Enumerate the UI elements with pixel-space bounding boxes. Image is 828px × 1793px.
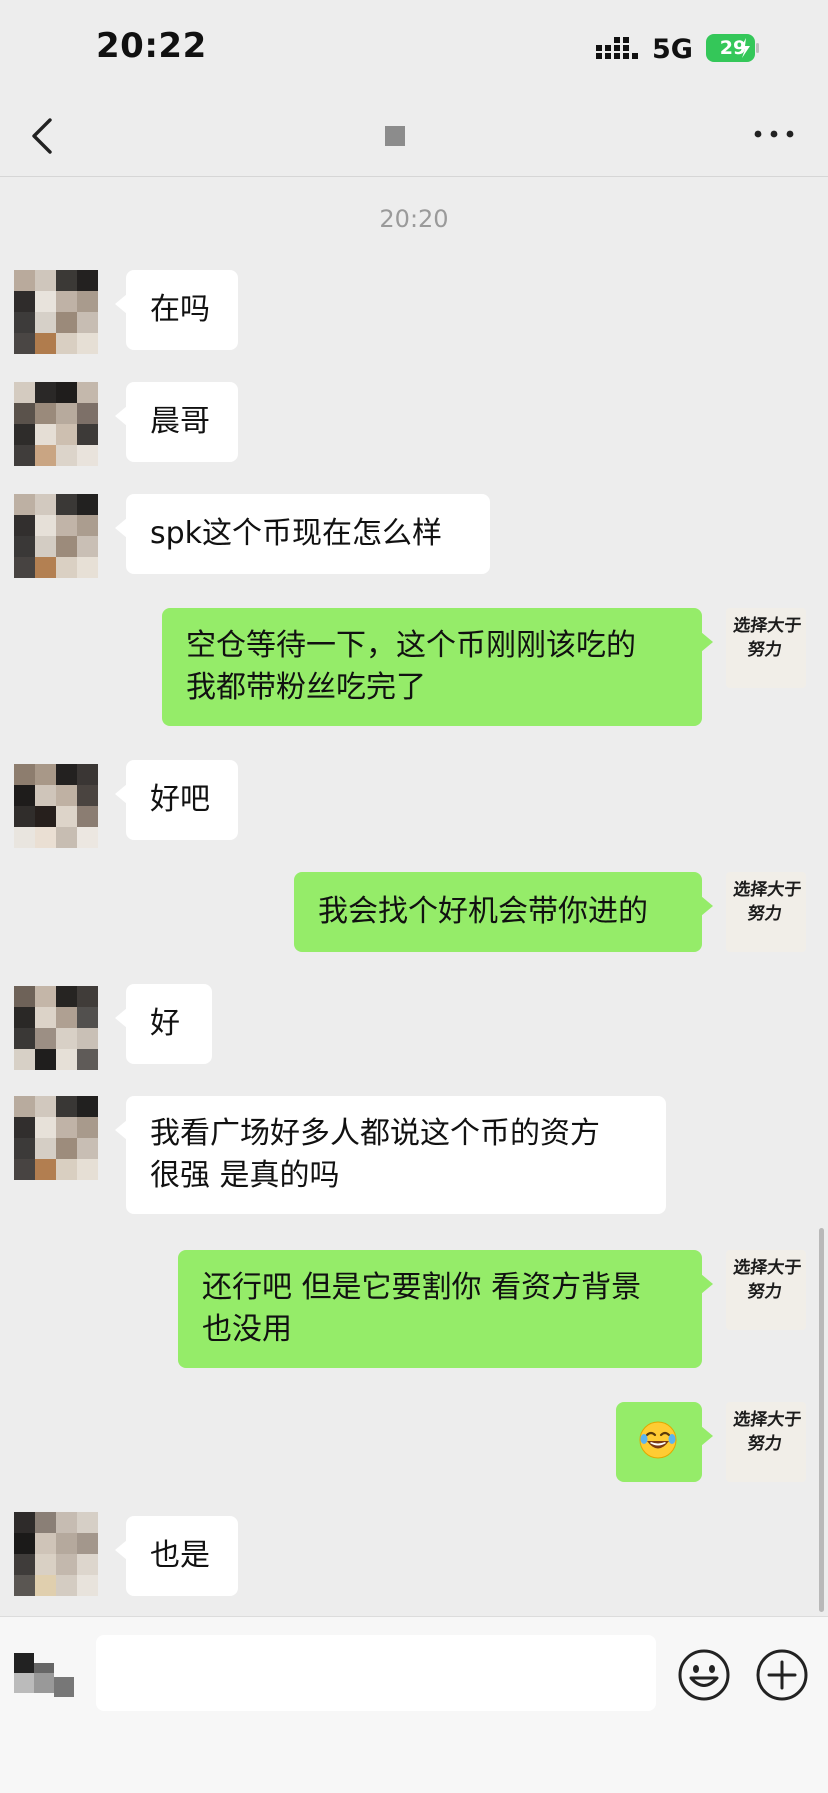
chat-scrollbar[interactable]: [819, 1228, 824, 1612]
self-avatar-text-line: 努力: [746, 1282, 783, 1302]
self-avatar-text-line: 选择大于: [732, 1410, 803, 1430]
self-avatar-text-line: 选择大于: [732, 880, 803, 900]
self-avatar-calligraphy: 选择大于 努力: [725, 878, 806, 926]
message-text-line: 我看广场好多人都说这个币的资方: [150, 1116, 600, 1151]
status-bar: 20:22 5G 29: [0, 0, 828, 100]
message-text: 我会找个好机会带你进的: [318, 894, 648, 929]
outgoing-emoji-bubble[interactable]: [616, 1402, 713, 1482]
cellular-signal-icon: [596, 37, 638, 59]
self-avatar-text-line: 选择大于: [732, 616, 803, 636]
self-avatar-calligraphy: 选择大于 努力: [725, 1256, 806, 1304]
self-avatar-text-line: 选择大于: [732, 1258, 803, 1278]
more-options-icon[interactable]: [748, 118, 800, 150]
incoming-message-bubble[interactable]: 我看广场好多人都说这个币的资方 很强 是真的吗: [115, 1096, 666, 1214]
contact-avatar[interactable]: [14, 986, 98, 1070]
self-avatar-text-line: 努力: [746, 640, 783, 660]
incoming-message-bubble[interactable]: spk这个币现在怎么样: [115, 494, 490, 574]
voice-input-icon[interactable]: [14, 1653, 76, 1697]
contact-avatar[interactable]: [14, 270, 98, 354]
message-text: 也是: [150, 1538, 210, 1573]
redacted-title-mark: [385, 126, 405, 146]
back-arrow-icon[interactable]: [26, 114, 62, 158]
outgoing-message-bubble[interactable]: 我会找个好机会带你进的: [294, 872, 713, 952]
contact-avatar[interactable]: [14, 764, 98, 848]
outgoing-message-bubble[interactable]: 空仓等待一下，这个币刚刚该吃的 我都带粉丝吃完了: [162, 608, 713, 726]
laughing-with-tears-emoji-icon: [639, 1421, 677, 1459]
message-text-line: 还行吧 但是它要割你 看资方背景: [202, 1270, 642, 1305]
incoming-message-bubble[interactable]: 也是: [115, 1516, 238, 1596]
message-text-line: 我都带粉丝吃完了: [186, 670, 426, 705]
self-avatar[interactable]: 选择大于 努力: [726, 1250, 806, 1330]
message-text: 在吗: [150, 292, 210, 327]
contact-avatar[interactable]: [14, 494, 98, 578]
message-text-line: 空仓等待一下，这个币刚刚该吃的: [186, 628, 636, 663]
incoming-message-bubble[interactable]: 晨哥: [115, 382, 238, 462]
self-avatar[interactable]: 选择大于 努力: [726, 1402, 806, 1482]
incoming-message-bubble[interactable]: 在吗: [115, 270, 238, 350]
message-text-line: 很强 是真的吗: [150, 1158, 340, 1193]
self-avatar-calligraphy: 选择大于 努力: [725, 1408, 806, 1456]
self-avatar[interactable]: 选择大于 努力: [726, 608, 806, 688]
emoji-picker-icon[interactable]: [676, 1647, 732, 1703]
message-text-line: 也没用: [202, 1312, 292, 1347]
status-time: 20:22: [96, 26, 207, 66]
battery-indicator: 29: [706, 34, 760, 62]
incoming-message-bubble[interactable]: 好: [115, 984, 212, 1064]
self-avatar[interactable]: 选择大于 努力: [726, 872, 806, 952]
contact-avatar[interactable]: [14, 1512, 98, 1596]
chat-title: ■: [374, 122, 416, 150]
battery-percent: 29: [719, 37, 747, 59]
message-text: 好: [150, 1006, 180, 1041]
message-timestamp: 20:20: [379, 205, 449, 233]
network-type: 5G: [652, 34, 693, 65]
more-functions-plus-icon[interactable]: [754, 1647, 810, 1703]
contact-avatar[interactable]: [14, 1096, 98, 1180]
message-text: 晨哥: [150, 404, 210, 439]
message-input[interactable]: [96, 1635, 656, 1711]
self-avatar-calligraphy: 选择大于 努力: [725, 614, 806, 662]
self-avatar-text-line: 努力: [746, 904, 783, 924]
contact-avatar[interactable]: [14, 382, 98, 466]
message-text: spk这个币现在怎么样: [150, 516, 443, 551]
outgoing-message-bubble[interactable]: 还行吧 但是它要割你 看资方背景 也没用: [178, 1250, 713, 1368]
message-input-bar: [0, 1616, 828, 1793]
incoming-message-bubble[interactable]: 好吧: [115, 760, 238, 840]
message-text: 好吧: [150, 782, 210, 817]
self-avatar-text-line: 努力: [746, 1434, 783, 1454]
chat-header: ■: [0, 100, 828, 177]
